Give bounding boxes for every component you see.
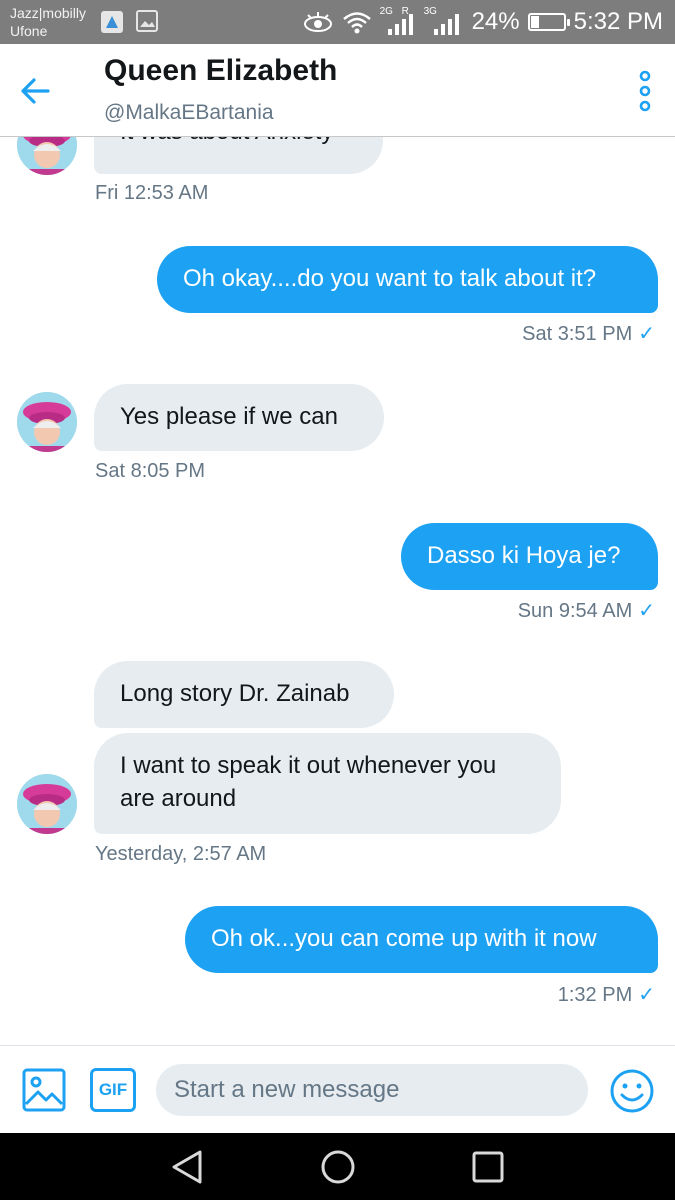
contact-avatar[interactable]: [17, 774, 77, 834]
message-timestamp: Fri 12:53 AM: [95, 182, 209, 204]
battery-percent: 24%: [471, 8, 520, 35]
status-bar: Jazz|mobilly Ufone 2G R 3G 24% 5:32 PM: [0, 0, 675, 44]
message-bubble[interactable]: Yes please if we can: [94, 384, 384, 451]
home-nav-icon[interactable]: [318, 1147, 358, 1187]
gallery-notification-icon: [136, 10, 158, 32]
message-bubble[interactable]: It was about Anxiety: [94, 137, 383, 174]
contact-handle[interactable]: @MalkaEBartania: [104, 101, 274, 125]
sim-app-icon: [101, 11, 123, 33]
read-checkmark-icon: ✓: [638, 323, 655, 345]
emoji-icon[interactable]: [609, 1068, 655, 1114]
message-timestamp: Sat 3:51 PM ✓: [522, 323, 655, 345]
queen-portrait-image: [17, 392, 77, 452]
contact-avatar[interactable]: [17, 137, 77, 175]
status-time: 5:32 PM: [573, 8, 663, 35]
message-input[interactable]: Start a new message: [156, 1064, 588, 1116]
compose-bar: GIF Start a new message: [0, 1045, 675, 1134]
carrier-name: Jazz|mobilly Ufone: [10, 5, 86, 39]
message-timestamp: Yesterday, 2:57 AM: [95, 843, 267, 865]
gif-button[interactable]: GIF: [90, 1068, 136, 1112]
contact-name[interactable]: Queen Elizabeth: [104, 54, 337, 88]
conversation-header: Queen Elizabeth @MalkaEBartania: [0, 44, 675, 137]
message-bubble[interactable]: Long story Dr. Zainab: [94, 661, 394, 728]
message-bubble-sent[interactable]: Oh okay....do you want to talk about it?: [157, 246, 658, 313]
queen-portrait-image: [17, 774, 77, 834]
android-navigation-bar: [0, 1133, 675, 1200]
battery-icon: [527, 13, 570, 31]
read-checkmark-icon: ✓: [638, 984, 655, 1006]
message-bubble-sent[interactable]: Oh ok...you can come up with it now: [185, 906, 658, 973]
signal-2g-icon: 2G R: [380, 7, 416, 37]
contact-avatar[interactable]: [17, 392, 77, 452]
message-bubble-sent[interactable]: Dasso ki Hoya je?: [401, 523, 658, 590]
message-list[interactable]: It was about Anxiety Fri 12:53 AM Oh oka…: [0, 137, 675, 1045]
eye-comfort-icon: [303, 12, 332, 32]
back-arrow-icon[interactable]: [18, 74, 52, 108]
wifi-icon: [342, 12, 371, 34]
more-options-icon[interactable]: [637, 70, 653, 112]
message-timestamp: Sat 8:05 PM: [95, 460, 206, 482]
message-timestamp: 1:32 PM ✓: [557, 984, 655, 1006]
back-nav-icon[interactable]: [168, 1147, 208, 1187]
queen-portrait-image: [17, 137, 77, 175]
message-timestamp: Sun 9:54 AM ✓: [517, 600, 655, 622]
add-photo-icon[interactable]: [22, 1068, 66, 1112]
read-checkmark-icon: ✓: [638, 600, 655, 622]
recents-nav-icon[interactable]: [468, 1147, 508, 1187]
message-bubble[interactable]: I want to speak it out whenever you are …: [94, 733, 561, 834]
signal-3g-icon: 3G: [424, 7, 464, 37]
